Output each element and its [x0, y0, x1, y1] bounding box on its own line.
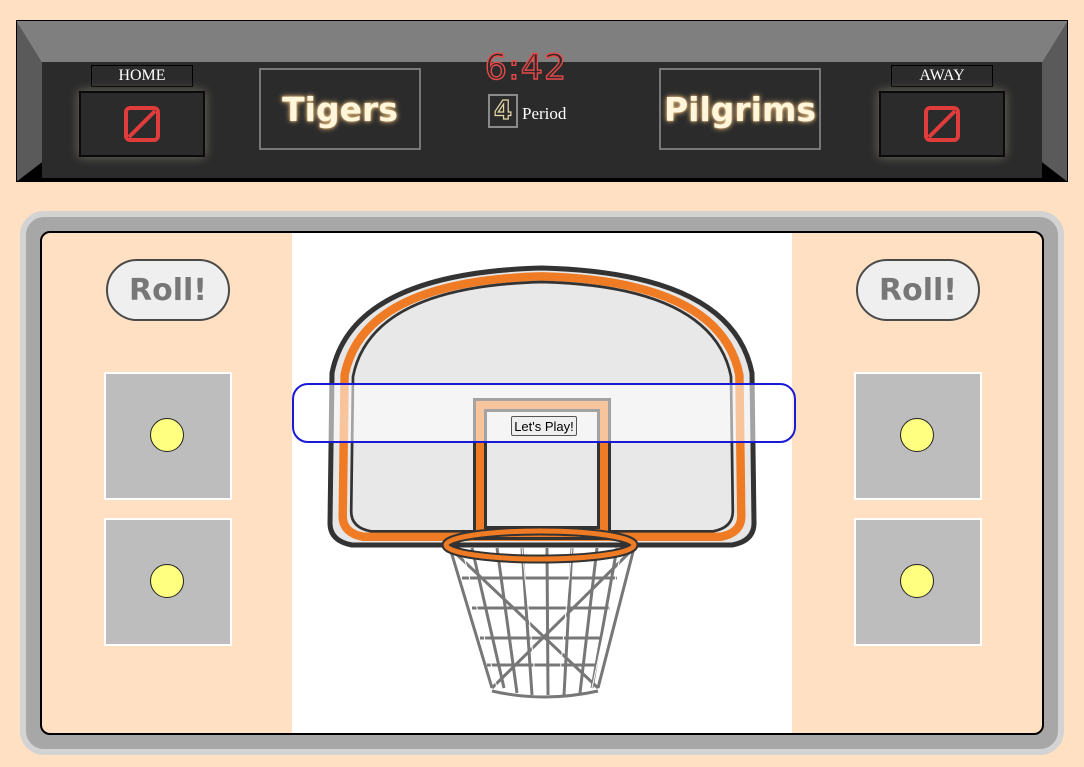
right-die-1 [854, 372, 982, 500]
period-label: Period [522, 104, 567, 123]
left-die-2 [104, 518, 232, 646]
away-score [879, 91, 1005, 157]
right-die-2 [854, 518, 982, 646]
die-pip [900, 564, 934, 598]
right-roll-button[interactable]: Roll! [856, 259, 980, 321]
home-score-digit [124, 106, 160, 142]
die-pip [900, 418, 934, 452]
left-roll-button[interactable]: Roll! [106, 259, 230, 321]
die-pip [150, 564, 184, 598]
home-score [79, 91, 205, 157]
home-team-name: Tigers [259, 68, 421, 150]
court: Roll! Roll! [40, 231, 1044, 735]
period-number: 4 [488, 94, 518, 128]
home-tag: HOME [91, 65, 193, 87]
away-tag: AWAY [891, 65, 993, 87]
left-die-1 [104, 372, 232, 500]
game-clock: 6:42 [484, 48, 568, 88]
hoop-area [292, 233, 792, 733]
basketball-hoop-image [327, 265, 757, 699]
away-score-digit [924, 106, 960, 142]
lets-play-button[interactable]: Let's Play! [511, 416, 577, 436]
die-pip [150, 418, 184, 452]
away-team-name: Pilgrims [659, 68, 821, 150]
